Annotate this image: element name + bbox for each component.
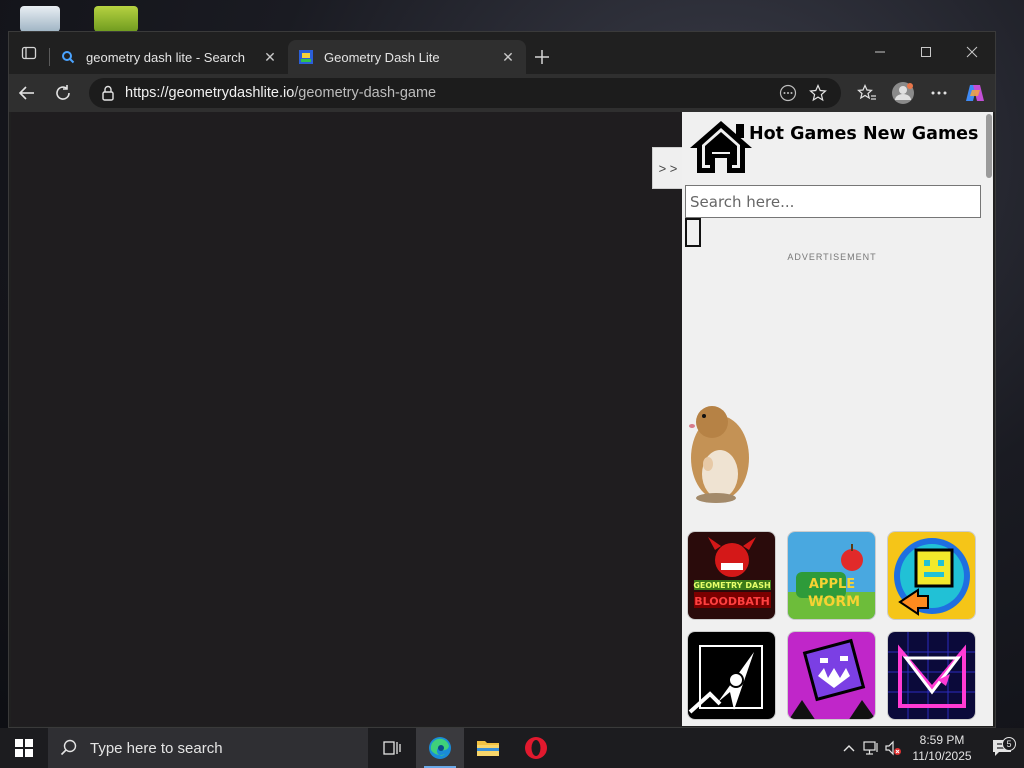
close-icon <box>966 46 978 58</box>
taskbar-search-placeholder: Type here to search <box>90 739 223 757</box>
close-tab-icon[interactable]: ✕ <box>500 49 516 66</box>
apple-worm-title-bottom: WORM <box>808 594 860 610</box>
folder-icon <box>477 741 499 756</box>
tab-bar: geometry dash lite - Search ✕ Geometry D… <box>9 32 995 74</box>
browser-toolbar: https://geometrydashlite.io/geometry-das… <box>9 74 995 112</box>
close-window-button[interactable] <box>949 32 995 72</box>
sidebar-panel: Hot Games New Games ADVERTISEMENT <box>682 112 993 726</box>
address-bar[interactable]: https://geometrydashlite.io/geometry-das… <box>89 78 841 108</box>
geometry-vibes-thumbnail-icon <box>888 632 975 719</box>
minimize-icon <box>875 51 885 53</box>
bloodbath-thumbnail-icon: GEOMETRY DASH BLOODBATH <box>688 532 775 619</box>
windows-logo-icon <box>15 739 33 757</box>
tab-search[interactable]: geometry dash lite - Search ✕ <box>50 40 288 74</box>
taskbar-clock[interactable]: 8:59 PM 11/10/2025 <box>904 732 980 764</box>
taskbar-search-box[interactable]: Type here to search <box>48 728 368 768</box>
new-tab-button[interactable] <box>526 40 558 74</box>
lock-icon[interactable] <box>97 85 119 101</box>
tab-actions-icon <box>21 46 37 60</box>
show-hidden-icons-chevron-icon[interactable] <box>838 744 860 752</box>
maximize-button[interactable] <box>903 32 949 72</box>
task-view-button[interactable] <box>368 728 416 768</box>
recycle-bin-icon[interactable] <box>20 6 60 32</box>
more-options-address-icon[interactable] <box>773 84 803 102</box>
bloodbath-title-top: GEOMETRY DASH <box>693 581 770 590</box>
tab-actions-button[interactable] <box>9 32 49 74</box>
new-games-link[interactable]: New Games <box>863 124 978 144</box>
close-tab-icon[interactable]: ✕ <box>262 49 278 66</box>
taskbar-edge-button[interactable] <box>416 728 464 768</box>
bloodbath-title-bottom: BLOODBATH <box>694 595 770 608</box>
geometry-spam-thumbnail-icon <box>788 632 875 719</box>
game-tile-geometry-arrow[interactable] <box>687 631 776 720</box>
refresh-button[interactable] <box>45 77 81 109</box>
game-tile-apple-worm[interactable]: APPLE WORM <box>787 531 876 620</box>
advertisement-label: ADVERTISEMENT <box>787 252 877 262</box>
clock-date: 11/10/2025 <box>912 749 972 763</box>
hot-games-link[interactable]: Hot Games <box>749 124 857 144</box>
more-dots-icon <box>931 91 947 95</box>
hamster-mascot-image <box>689 406 749 503</box>
geometry-dash-thumbnail-icon <box>888 532 975 619</box>
sidebar-scrollbar[interactable] <box>985 112 993 726</box>
sidebar-scrollbar-thumb[interactable] <box>986 114 992 178</box>
notification-center-button[interactable]: 5 <box>980 737 1024 757</box>
browser-window: geometry dash lite - Search ✕ Geometry D… <box>8 31 996 728</box>
edge-browser-icon <box>429 737 451 759</box>
site-search-button[interactable] <box>685 218 701 247</box>
toolbar-right-actions <box>849 77 993 109</box>
url-path: /geometry-dash-game <box>294 85 437 101</box>
maximize-icon <box>921 47 931 57</box>
page-viewport: > > Hot Games New Games ADVERTISEMENT <box>11 112 993 726</box>
desktop-game-shortcut-icon[interactable] <box>94 6 138 32</box>
window-controls <box>857 32 995 72</box>
clock-time: 8:59 PM <box>919 733 965 747</box>
game-tile-geometry-dash[interactable] <box>887 531 976 620</box>
favorite-star-icon[interactable] <box>803 84 833 102</box>
back-button[interactable] <box>9 77 45 109</box>
taskbar: Type here to search 8:59 PM 11/10/2025 5 <box>0 728 1024 768</box>
start-button[interactable] <box>0 728 48 768</box>
site-search-input[interactable] <box>685 185 981 218</box>
tab-title: Geometry Dash Lite <box>324 49 440 65</box>
profile-avatar-icon <box>892 82 914 104</box>
back-arrow-icon <box>18 86 34 100</box>
profile-button[interactable] <box>885 77 921 109</box>
system-tray: 8:59 PM 11/10/2025 5 <box>838 728 1024 768</box>
search-icon <box>60 739 77 756</box>
apple-worm-title-top: APPLE <box>809 577 855 592</box>
url-text: https://geometrydashlite.io/geometry-das… <box>125 85 773 101</box>
tab-title: geometry dash lite - Search <box>86 49 245 65</box>
game-tile-bloodbath[interactable]: GEOMETRY DASH BLOODBATH <box>687 531 776 620</box>
sidebar-toggle-button[interactable]: > > <box>652 147 684 189</box>
game-frame[interactable] <box>11 112 682 726</box>
taskbar-opera-button[interactable] <box>512 728 560 768</box>
game-tiles-grid: GEOMETRY DASH BLOODBATH APPLE WORM <box>687 531 976 720</box>
site-favicon-icon <box>298 49 314 65</box>
settings-more-button[interactable] <box>921 77 957 109</box>
opera-browser-icon <box>525 737 547 759</box>
copilot-button[interactable] <box>957 77 993 109</box>
geometry-arrow-thumbnail-icon <box>688 632 775 719</box>
tab-geometry-dash-lite[interactable]: Geometry Dash Lite ✕ <box>288 40 526 74</box>
home-icon[interactable] <box>688 118 754 176</box>
network-icon[interactable] <box>860 740 882 756</box>
taskbar-file-explorer-button[interactable] <box>464 728 512 768</box>
copilot-icon <box>966 85 984 101</box>
favorites-button[interactable] <box>849 77 885 109</box>
favorites-icon <box>857 84 876 100</box>
task-view-icon <box>383 741 401 755</box>
game-tile-geometry-dash-spam[interactable] <box>787 631 876 720</box>
game-tile-geometry-vibes[interactable] <box>887 631 976 720</box>
notification-count-badge: 5 <box>1002 737 1016 751</box>
url-domain: https://geometrydashlite.io <box>125 85 295 101</box>
refresh-icon <box>56 85 70 100</box>
minimize-button[interactable] <box>857 32 903 72</box>
apple-worm-thumbnail-icon: APPLE WORM <box>788 532 875 619</box>
plus-icon <box>535 50 549 64</box>
search-icon <box>60 49 76 65</box>
volume-muted-icon[interactable] <box>882 740 904 756</box>
